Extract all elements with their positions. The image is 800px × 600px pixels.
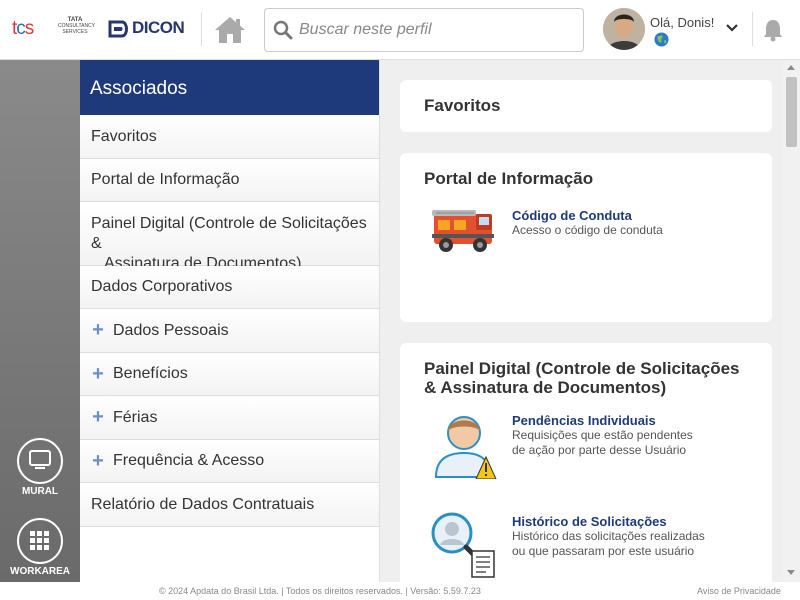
- rail-item-workarea[interactable]: WORKAREA: [0, 518, 80, 578]
- footer-copyright: © 2024 Apdata do Brasil Ltda. | Todos os…: [159, 586, 481, 596]
- link-codigo-conduta[interactable]: Código de Conduta Acesso o código de con…: [512, 208, 663, 238]
- globe-icon[interactable]: [654, 32, 669, 47]
- search-box[interactable]: [264, 8, 584, 52]
- top-header: tcs TATA CONSULTANCY SERVICES DICON Busc…: [0, 0, 800, 60]
- greeting-text[interactable]: Olá, Donis!: [650, 15, 714, 30]
- link-description-line1: Requisições que estão pendentes: [512, 428, 693, 442]
- chevron-down-icon[interactable]: [724, 20, 740, 36]
- menu-item-relatorio-dados-contratuais[interactable]: Relatório de Dados Contratuais: [80, 483, 379, 527]
- link-description: Acesso o código de conduta: [512, 223, 663, 237]
- privacy-notice-link[interactable]: Aviso de Privacidade: [697, 586, 781, 596]
- menu-item-frequencia-acesso[interactable]: + Frequência & Acesso: [80, 440, 379, 483]
- menu-title: Associados: [80, 60, 379, 115]
- menu-item-painel-digital[interactable]: Painel Digital (Controle de Solicitações…: [80, 202, 379, 272]
- card-favoritos: Favoritos: [400, 80, 772, 132]
- menu-item-label-line1: Painel Digital (Controle de Solicitações…: [91, 215, 367, 252]
- menu-item-beneficios[interactable]: + Benefícios: [80, 353, 379, 396]
- menu-item-dados-corporativos[interactable]: Dados Corporativos: [80, 266, 379, 309]
- search-icon[interactable]: [273, 20, 293, 40]
- link-description-line2: ou que passaram por este usuário: [512, 544, 695, 558]
- home-button[interactable]: [212, 14, 248, 46]
- card-title-portal: Portal de Informação: [424, 169, 594, 188]
- user-search-document-icon: [431, 512, 495, 578]
- plus-icon: +: [92, 406, 104, 428]
- rail-item-mural[interactable]: MURAL: [0, 438, 80, 498]
- main-content: Favoritos Portal de Informação Código de…: [381, 60, 783, 582]
- menu-item-portal-informacao[interactable]: Portal de Informação: [80, 159, 379, 202]
- grid-icon: [30, 531, 49, 550]
- monitor-icon: [29, 450, 51, 469]
- rail-label-mural: MURAL: [21, 486, 59, 497]
- tcs-logo: tcs TATA CONSULTANCY SERVICES: [12, 16, 96, 42]
- menu-item-label: Favoritos: [91, 127, 157, 145]
- menu-item-label: Dados Pessoais: [113, 321, 229, 339]
- plus-icon: +: [92, 319, 104, 341]
- header-divider-right: [752, 12, 753, 46]
- link-title[interactable]: Código de Conduta: [512, 208, 663, 223]
- card-title-painel: Painel Digital (Controle de Solicitações…: [424, 359, 740, 397]
- scroll-thumb[interactable]: [786, 77, 797, 147]
- main-scrollbar[interactable]: [783, 60, 800, 582]
- rail-label-workarea: WORKAREA: [10, 566, 70, 577]
- menu-item-dados-pessoais[interactable]: + Dados Pessoais: [80, 309, 379, 353]
- menu-item-label: Dados Corporativos: [91, 278, 233, 295]
- card-portal-informacao: Portal de Informação Código de Conduta A…: [400, 153, 772, 322]
- avatar[interactable]: [603, 8, 645, 50]
- search-input[interactable]: [299, 18, 569, 42]
- dicon-logo: DICON: [108, 16, 188, 42]
- menu-item-label: Portal de Informação: [91, 171, 240, 188]
- link-historico-solicitacoes[interactable]: Histórico de Solicitações Histórico das …: [512, 514, 705, 559]
- menu-item-ferias[interactable]: + Férias: [80, 396, 379, 440]
- tcs-mark: tcs: [12, 18, 34, 39]
- link-description-line1: Histórico das solicitações realizadas: [512, 529, 705, 543]
- link-pendencias-individuais[interactable]: Pendências Individuais Requisições que e…: [512, 413, 693, 458]
- card-painel-digital: Painel Digital (Controle de Solicitações…: [400, 343, 772, 582]
- home-icon: [215, 17, 245, 43]
- menu-item-label: Férias: [113, 408, 158, 426]
- tcs-subtitle: TATA CONSULTANCY SERVICES: [58, 17, 96, 35]
- rail-mural-circle: [17, 438, 63, 484]
- footer: © 2024 Apdata do Brasil Ltda. | Todos os…: [0, 582, 800, 600]
- card-title-favoritos: Favoritos: [424, 96, 501, 115]
- scroll-down-arrow-icon[interactable]: [787, 570, 795, 575]
- side-menu: Associados Favoritos Portal de Informaçã…: [80, 60, 380, 582]
- link-title[interactable]: Pendências Individuais: [512, 413, 693, 428]
- scroll-up-arrow-icon[interactable]: [787, 65, 795, 70]
- menu-item-favoritos[interactable]: Favoritos: [80, 115, 379, 159]
- user-warning-icon: [434, 416, 497, 479]
- menu-item-label: Frequência & Acesso: [113, 452, 265, 469]
- plus-icon: +: [92, 449, 104, 472]
- menu-item-label: Relatório de Dados Contratuais: [91, 495, 315, 513]
- menu-item-label: Benefícios: [113, 365, 188, 382]
- header-divider: [201, 12, 202, 46]
- user-photo: [603, 8, 645, 50]
- link-title[interactable]: Histórico de Solicitações: [512, 514, 705, 529]
- link-description-line2: de ação por parte desse Usuário: [512, 443, 687, 457]
- dicon-emblem-icon: [108, 20, 128, 38]
- fire-truck-icon: [432, 210, 494, 252]
- rail-workarea-circle: [17, 518, 63, 564]
- left-rail: MURAL WORKAREA: [0, 60, 80, 582]
- bell-icon[interactable]: [762, 18, 784, 42]
- plus-icon: +: [92, 362, 104, 385]
